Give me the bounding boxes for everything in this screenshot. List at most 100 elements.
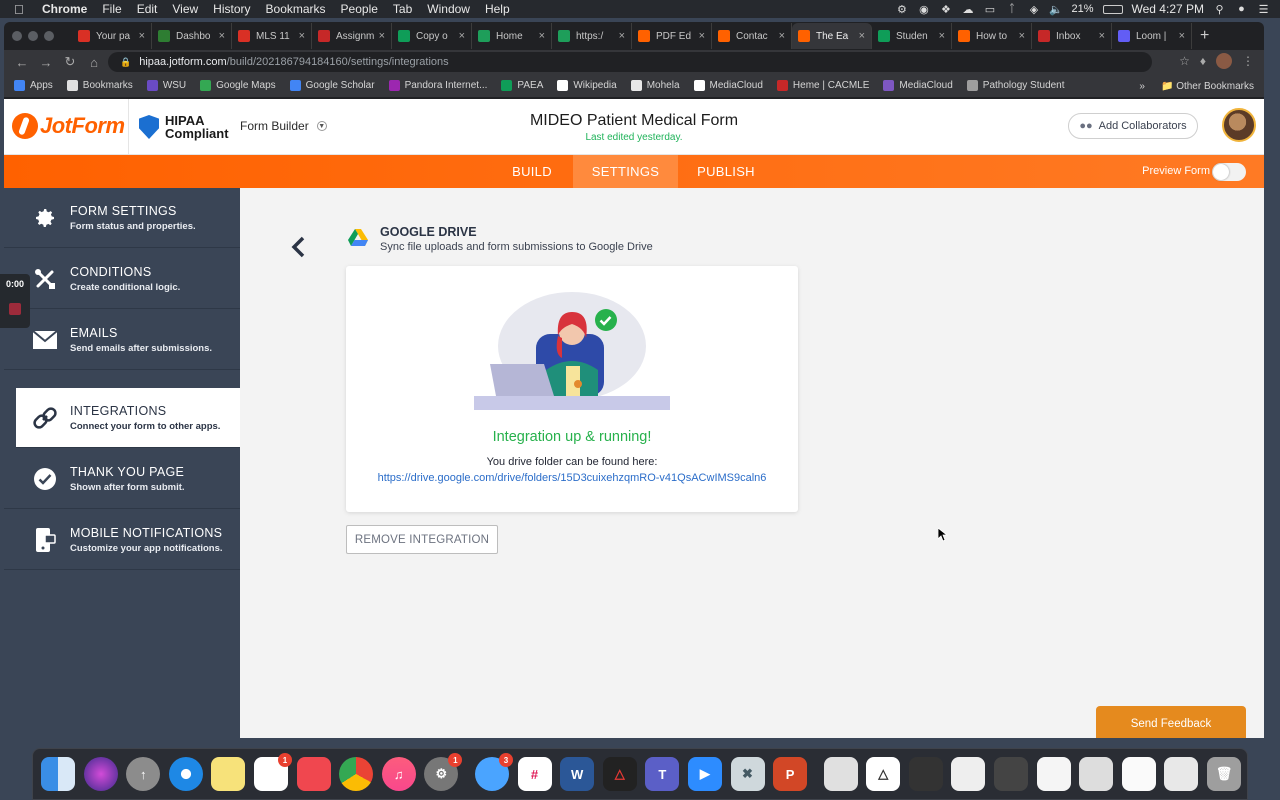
browser-tab[interactable]: Contac × xyxy=(712,23,792,49)
close-tab-icon[interactable]: × xyxy=(459,30,465,42)
sidebar-item-conditions[interactable]: CONDITIONS Create conditional logic. xyxy=(4,249,240,309)
close-window-button[interactable] xyxy=(12,31,22,41)
menu-edit[interactable]: Edit xyxy=(137,2,158,16)
browser-tab[interactable]: Inbox × xyxy=(1032,23,1112,49)
control-center-icon[interactable]: ☰ xyxy=(1257,4,1270,16)
home-icon[interactable]: ⌂ xyxy=(82,55,106,70)
menu-history[interactable]: History xyxy=(213,2,250,16)
menu-window[interactable]: Window xyxy=(427,2,470,16)
pdf-document-icon[interactable]: △ xyxy=(866,757,901,791)
menu-view[interactable]: View xyxy=(172,2,198,16)
extensions-icon[interactable]: ♦ xyxy=(1200,54,1206,68)
bookmark-item[interactable]: PAEA xyxy=(501,80,543,91)
battery-icon[interactable] xyxy=(1102,4,1123,14)
minimize-window-button[interactable] xyxy=(28,31,38,41)
system-preferences-icon[interactable]: ⚙ 1 xyxy=(424,753,463,791)
close-tab-icon[interactable]: × xyxy=(1179,30,1185,42)
music-icon[interactable]: ♫ xyxy=(381,757,416,791)
bookmark-item[interactable]: Mohela xyxy=(630,80,680,91)
news-icon[interactable] xyxy=(296,757,331,791)
trash-icon[interactable]: 🗑 xyxy=(1207,757,1242,791)
tab-settings[interactable]: SETTINGS xyxy=(573,155,678,188)
sidebar-item-thank-you-page[interactable]: THANK YOU PAGE Shown after form submit. xyxy=(4,449,240,509)
word-icon[interactable]: W xyxy=(560,757,595,791)
browser-tab[interactable]: Loom | × xyxy=(1112,23,1192,49)
add-collaborators-button[interactable]: ●● Add Collaborators xyxy=(1068,113,1198,139)
browser-tab[interactable]: How to × xyxy=(952,23,1032,49)
bookmark-item[interactable]: Apps xyxy=(14,80,53,91)
tab-build[interactable]: BUILD xyxy=(498,155,566,188)
tab-publish[interactable]: PUBLISH xyxy=(682,155,770,188)
close-tab-icon[interactable]: × xyxy=(219,30,225,42)
browser-tab[interactable]: Your pa × xyxy=(72,23,152,49)
browser-tab[interactable]: Dashbo × xyxy=(152,23,232,49)
star-icon[interactable]: ☆ xyxy=(1179,54,1190,68)
close-tab-icon[interactable]: × xyxy=(939,30,945,42)
forward-icon[interactable]: → xyxy=(34,55,58,70)
menu-people[interactable]: People xyxy=(341,2,378,16)
notes-icon[interactable] xyxy=(211,757,246,791)
sidebar-item-integrations[interactable]: INTEGRATIONS Connect your form to other … xyxy=(16,388,240,448)
close-tab-icon[interactable]: × xyxy=(1099,30,1105,42)
sidebar-item-mobile-notifications[interactable]: MOBILE NOTIFICATIONS Customize your app … xyxy=(4,510,240,570)
new-tab-button[interactable]: + xyxy=(1200,27,1209,45)
browser-tab[interactable]: Studen × xyxy=(872,23,952,49)
launchpad-icon[interactable]: ↑ xyxy=(126,757,161,791)
menu-clock[interactable]: Wed 4:27 PM xyxy=(1132,2,1204,16)
browser-tab[interactable]: Home × xyxy=(472,23,552,49)
siri-icon[interactable] xyxy=(83,757,118,791)
menu-bookmarks[interactable]: Bookmarks xyxy=(266,2,326,16)
bookmark-item[interactable]: MediaCloud xyxy=(693,80,763,91)
safari-icon[interactable] xyxy=(168,757,203,791)
browser-tab[interactable]: https:/ × xyxy=(552,23,632,49)
window-thumbnail-5[interactable] xyxy=(1036,757,1071,791)
sidebar-item-emails[interactable]: EMAILS Send emails after submissions. xyxy=(4,310,240,370)
window-thumbnail-3[interactable] xyxy=(951,757,986,791)
bookmark-item[interactable]: Pandora Internet... xyxy=(388,80,487,91)
powerpoint-icon[interactable]: P xyxy=(773,757,808,791)
preview-form-toggle[interactable] xyxy=(1212,163,1246,181)
user-avatar[interactable] xyxy=(1222,108,1256,142)
form-builder-menu[interactable]: Form Builder ▼ xyxy=(240,119,327,133)
close-tab-icon[interactable]: × xyxy=(699,30,705,42)
bookmark-item[interactable]: Heme | CACMLE xyxy=(776,80,869,91)
stop-recording-button[interactable] xyxy=(9,303,21,315)
close-tab-icon[interactable]: × xyxy=(859,30,865,42)
acrobat-icon[interactable]: △ xyxy=(602,757,637,791)
close-tab-icon[interactable]: × xyxy=(139,30,145,42)
wifi-status-icon[interactable]: ◈ xyxy=(1027,4,1040,16)
window-thumbnail-8[interactable] xyxy=(1164,757,1199,791)
remove-integration-button[interactable]: REMOVE INTEGRATION xyxy=(346,525,498,554)
bookmark-item[interactable]: Google Scholar xyxy=(289,80,375,91)
menu-help[interactable]: Help xyxy=(485,2,510,16)
browser-tab[interactable]: PDF Ed × xyxy=(632,23,712,49)
gear-status-icon[interactable]: ⚙ xyxy=(895,4,908,16)
browser-tab[interactable]: Assignm × xyxy=(312,23,392,49)
bookmark-item[interactable]: MediaCloud xyxy=(883,80,953,91)
window-thumbnail-2[interactable] xyxy=(908,757,943,791)
apple-icon[interactable]:  xyxy=(14,2,28,17)
bookmarks-overflow[interactable]: » xyxy=(1139,81,1145,92)
sidebar-item-form-settings[interactable]: FORM SETTINGS Form status and properties… xyxy=(4,188,240,248)
jotform-logo[interactable]: JotForm xyxy=(12,113,125,139)
window-thumbnail-4[interactable] xyxy=(994,757,1029,791)
profile-avatar[interactable] xyxy=(1216,53,1232,69)
menu-file[interactable]: File xyxy=(102,2,121,16)
bookmark-item[interactable]: WSU xyxy=(146,80,186,91)
spotlight-icon[interactable]: ⚲ xyxy=(1213,4,1226,16)
back-chevron-icon[interactable] xyxy=(288,236,310,258)
browser-tab[interactable]: The Ea × xyxy=(792,23,872,49)
close-tab-icon[interactable]: × xyxy=(299,30,305,42)
back-icon[interactable]: ← xyxy=(10,55,34,70)
teams-icon[interactable]: T xyxy=(645,757,680,791)
zoom-window-button[interactable] xyxy=(44,31,54,41)
close-tab-icon[interactable]: × xyxy=(379,30,385,42)
kebab-menu-icon[interactable]: ⋮ xyxy=(1242,54,1254,68)
drive-folder-link[interactable]: https://drive.google.com/drive/folders/1… xyxy=(346,472,798,484)
window-thumbnail-6[interactable] xyxy=(1079,757,1114,791)
close-tab-icon[interactable]: × xyxy=(1019,30,1025,42)
bookmark-item[interactable]: Wikipedia xyxy=(557,80,617,91)
menu-tab[interactable]: Tab xyxy=(393,2,412,16)
menu-chrome[interactable]: Chrome xyxy=(42,2,87,16)
messages-icon[interactable]: 3 xyxy=(474,753,513,791)
